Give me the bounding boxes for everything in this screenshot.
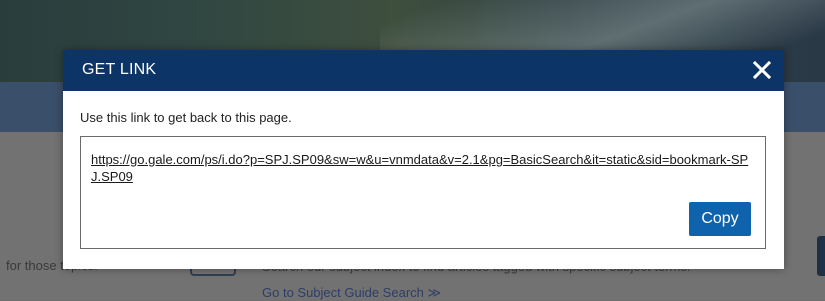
background-right-tab [817, 236, 825, 276]
copy-button[interactable]: Copy [689, 202, 751, 236]
subject-guide-search-link[interactable]: Go to Subject Guide Search ≫ [262, 285, 441, 301]
link-textbox[interactable]: https://go.gale.com/ps/i.do?p=SPJ.SP09&s… [80, 136, 766, 249]
get-link-dialog: GET LINK Use this link to get back to th… [63, 50, 784, 269]
dialog-header: GET LINK [63, 50, 784, 91]
close-button[interactable] [750, 58, 774, 82]
dialog-title: GET LINK [82, 61, 157, 78]
close-icon [753, 61, 771, 79]
dialog-instruction: Use this link to get back to this page. [80, 110, 292, 125]
permalink-url[interactable]: https://go.gale.com/ps/i.do?p=SPJ.SP09&s… [91, 151, 753, 185]
